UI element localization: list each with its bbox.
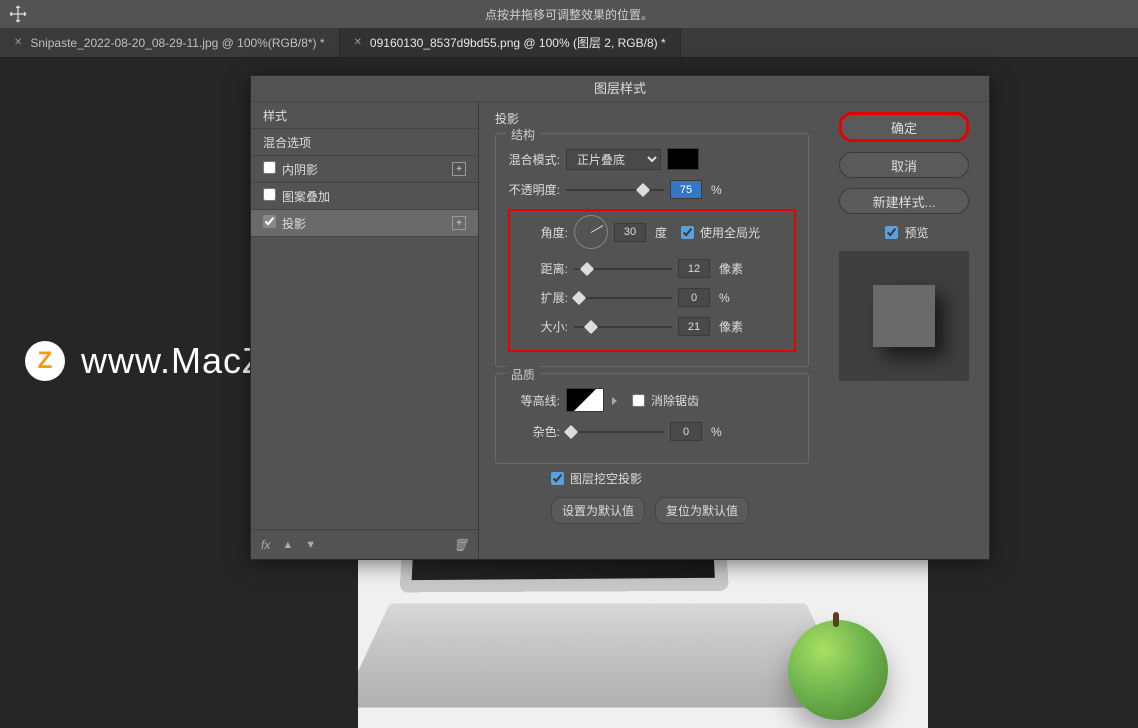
fx-icon[interactable]: fx — [261, 538, 270, 552]
ok-button[interactable]: 确定 — [839, 112, 969, 142]
fieldset-legend: 品质 — [506, 366, 540, 383]
document-tab-1[interactable]: ✕ Snipaste_2022-08-20_08-29-11.jpg @ 100… — [0, 28, 340, 57]
percent-unit: % — [711, 425, 722, 439]
style-checkbox[interactable] — [263, 188, 276, 201]
blend-options-item[interactable]: 混合选项 — [251, 129, 478, 156]
styles-panel: 样式 混合选项 内阴影 + 图案叠加 投影 + fx ▲ ▼ 🗑 — [251, 102, 479, 559]
percent-unit: % — [719, 291, 730, 305]
dialog-actions: 确定 取消 新建样式... 预览 — [825, 102, 989, 559]
contour-label: 等高线: — [508, 392, 560, 409]
preview-box — [839, 251, 969, 381]
set-default-button[interactable]: 设置为默认值 — [551, 497, 645, 524]
angle-unit: 度 — [655, 224, 667, 241]
reset-default-button[interactable]: 复位为默认值 — [655, 497, 749, 524]
dialog-title: 图层样式 — [251, 76, 989, 102]
image-content — [358, 560, 928, 728]
top-toolbar: 点按并拖移可调整效果的位置。 — [0, 0, 1138, 28]
preview-checkbox[interactable] — [885, 226, 898, 239]
move-tool-icon[interactable] — [8, 4, 28, 24]
close-icon[interactable]: ✕ — [14, 37, 22, 48]
color-swatch[interactable] — [667, 148, 699, 170]
size-input[interactable] — [678, 317, 710, 336]
percent-unit: % — [711, 183, 722, 197]
highlighted-params: 角度: 度 使用全局光 距离: 像素 扩展: — [508, 209, 796, 352]
opacity-label: 不透明度: — [508, 181, 560, 198]
angle-label: 角度: — [516, 224, 568, 241]
styles-footer: fx ▲ ▼ 🗑 — [251, 529, 478, 559]
move-down-icon[interactable]: ▼ — [305, 539, 316, 551]
antialias-checkbox[interactable] — [632, 394, 645, 407]
opacity-slider[interactable] — [566, 189, 664, 191]
noise-slider[interactable] — [566, 431, 664, 433]
knockout-checkbox[interactable] — [551, 472, 564, 485]
distance-label: 距离: — [516, 260, 568, 277]
knockout-label: 图层挖空投影 — [570, 470, 642, 487]
spread-label: 扩展: — [516, 289, 568, 306]
style-checkbox[interactable] — [263, 215, 276, 228]
style-item-drop-shadow[interactable]: 投影 + — [251, 210, 478, 237]
add-effect-icon[interactable]: + — [452, 162, 466, 176]
blend-mode-label: 混合模式: — [508, 151, 560, 168]
style-item-inner-shadow[interactable]: 内阴影 + — [251, 156, 478, 183]
style-item-pattern-overlay[interactable]: 图案叠加 — [251, 183, 478, 210]
layer-style-dialog: 图层样式 样式 混合选项 内阴影 + 图案叠加 投影 + fx — [250, 75, 990, 560]
styles-header[interactable]: 样式 — [251, 102, 478, 129]
size-label: 大小: — [516, 318, 568, 335]
preview-swatch — [873, 285, 935, 347]
apple-graphic — [788, 620, 888, 720]
section-title: 投影 — [495, 110, 809, 127]
style-label: 图案叠加 — [282, 190, 330, 204]
trash-icon[interactable]: 🗑 — [453, 538, 468, 552]
cancel-button[interactable]: 取消 — [839, 152, 969, 178]
style-label: 内阴影 — [282, 163, 318, 177]
style-label: 投影 — [282, 217, 306, 231]
spread-slider[interactable] — [574, 297, 672, 299]
antialias-label: 消除锯齿 — [651, 392, 699, 409]
opacity-input[interactable] — [670, 180, 702, 199]
structure-fieldset: 结构 混合模式: 正片叠底 不透明度: % 角度: — [495, 133, 809, 367]
contour-picker[interactable] — [566, 388, 604, 412]
px-unit: 像素 — [719, 260, 743, 277]
new-style-button[interactable]: 新建样式... — [839, 188, 969, 214]
toolbar-hint: 点按并拖移可调整效果的位置。 — [485, 6, 653, 23]
fieldset-legend: 结构 — [506, 126, 540, 143]
global-light-checkbox[interactable] — [681, 226, 694, 239]
blend-mode-select[interactable]: 正片叠底 — [566, 149, 661, 170]
close-icon[interactable]: ✕ — [354, 37, 362, 48]
add-effect-icon[interactable]: + — [452, 216, 466, 230]
size-slider[interactable] — [574, 326, 672, 328]
quality-fieldset: 品质 等高线: 消除锯齿 杂色: % — [495, 373, 809, 464]
angle-input[interactable] — [614, 223, 646, 242]
tab-label: 09160130_8537d9bd55.png @ 100% (图层 2, RG… — [370, 34, 666, 51]
angle-dial[interactable] — [574, 215, 608, 249]
tab-label: Snipaste_2022-08-20_08-29-11.jpg @ 100%(… — [30, 36, 324, 50]
watermark-icon: Z — [25, 341, 65, 381]
preview-label: 预览 — [904, 224, 928, 241]
noise-label: 杂色: — [508, 423, 560, 440]
tab-bar: ✕ Snipaste_2022-08-20_08-29-11.jpg @ 100… — [0, 28, 1138, 58]
distance-input[interactable] — [678, 259, 710, 278]
move-up-icon[interactable]: ▲ — [282, 539, 293, 551]
noise-input[interactable] — [670, 422, 702, 441]
style-checkbox[interactable] — [263, 161, 276, 174]
px-unit: 像素 — [719, 318, 743, 335]
distance-slider[interactable] — [574, 268, 672, 270]
effect-settings: 投影 结构 混合模式: 正片叠底 不透明度: % 角度: — [479, 102, 825, 559]
spread-input[interactable] — [678, 288, 710, 307]
global-light-label: 使用全局光 — [700, 224, 760, 241]
document-tab-2[interactable]: ✕ 09160130_8537d9bd55.png @ 100% (图层 2, … — [340, 28, 681, 57]
